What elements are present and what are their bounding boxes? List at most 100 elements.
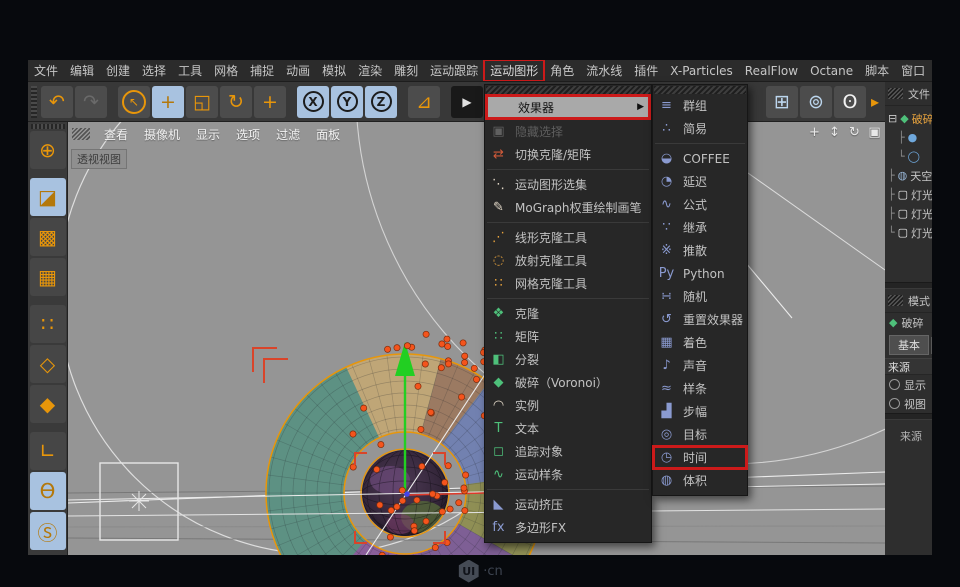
menubar-item-渲染[interactable]: 渲染 bbox=[352, 60, 388, 81]
menu-item-网格克隆工具[interactable]: ∷网格克隆工具 bbox=[485, 272, 651, 295]
menu-item-Python[interactable]: PyPython bbox=[653, 262, 747, 285]
menu-item-群组[interactable]: ≡群组 bbox=[653, 94, 747, 117]
menu-item-时间[interactable]: ◷时间 bbox=[653, 446, 747, 469]
expand-toggle-icon[interactable]: ⊟ bbox=[888, 112, 897, 125]
menubar-item-模拟[interactable]: 模拟 bbox=[316, 60, 352, 81]
viewport-menu-选项[interactable]: 选项 bbox=[228, 126, 268, 143]
menu-item-矩阵[interactable]: ∷矩阵 bbox=[485, 325, 651, 348]
menubar-item-窗口[interactable]: 窗口 bbox=[895, 60, 931, 81]
viewport-drag-handle[interactable] bbox=[72, 128, 90, 140]
x-axis-lock-button[interactable]: X bbox=[297, 86, 329, 118]
object-row[interactable]: ├▢灯光 bbox=[885, 185, 932, 204]
z-axis-lock-button[interactable]: Z bbox=[365, 86, 397, 118]
camera-button[interactable]: ⊚ bbox=[800, 86, 832, 118]
viewport-menu-摄像机[interactable]: 摄像机 bbox=[136, 126, 188, 143]
workplane-mode-button[interactable]: ▦ bbox=[30, 258, 66, 296]
attributes-mode-menu[interactable]: 模式 bbox=[908, 293, 930, 309]
menu-item-放射克隆工具[interactable]: ◌放射克隆工具 bbox=[485, 249, 651, 272]
menubar-item-流水线[interactable]: 流水线 bbox=[580, 60, 628, 81]
menu-item-追踪对象[interactable]: ◻追踪对象 bbox=[485, 440, 651, 463]
menu-item-着色[interactable]: ▦着色 bbox=[653, 331, 747, 354]
menu-item-破碎（Voronoi）[interactable]: ◆破碎（Voronoi） bbox=[485, 371, 651, 394]
panel-expand-chevron[interactable]: ▸ bbox=[868, 86, 882, 118]
render-view-button[interactable]: ▶ bbox=[451, 86, 483, 118]
menubar-item-运动图形[interactable]: 运动图形 bbox=[484, 60, 544, 81]
menubar-item-捕捉[interactable]: 捕捉 bbox=[244, 60, 280, 81]
menubar-item-Octane[interactable]: Octane bbox=[804, 62, 859, 80]
menubar-item-帮助[interactable]: 帮助 bbox=[931, 60, 932, 81]
menubar-item-文件[interactable]: 文件 bbox=[28, 60, 64, 81]
menubar-item-动画[interactable]: 动画 bbox=[280, 60, 316, 81]
texture-mode-button[interactable]: ▩ bbox=[30, 218, 66, 256]
menu-item-effector[interactable]: 效果器 ▶ bbox=[485, 94, 651, 120]
menubar-item-角色[interactable]: 角色 bbox=[544, 60, 580, 81]
rotate-view-icon[interactable]: ↻ bbox=[847, 125, 862, 140]
tweak-mode-button[interactable]: Ѳ bbox=[30, 472, 66, 510]
viewport[interactable]: 查看摄像机显示选项过滤面板 透视视图 +↕↻▣ bbox=[68, 122, 885, 555]
live-selection-button[interactable]: ↖ bbox=[118, 86, 150, 118]
object-manager-file-menu[interactable]: 文件 bbox=[908, 86, 930, 102]
layout-toggle-icon[interactable]: ▣ bbox=[867, 125, 882, 140]
menu-item-克隆[interactable]: ❖克隆 bbox=[485, 302, 651, 325]
radio-option-显示[interactable]: 显示 bbox=[885, 375, 932, 394]
menubar-item-创建[interactable]: 创建 bbox=[100, 60, 136, 81]
pan-view-icon[interactable]: + bbox=[807, 125, 822, 140]
menu-item-MoGraph权重绘制画笔[interactable]: ✎MoGraph权重绘制画笔 bbox=[485, 196, 651, 219]
left-toolbar-drag-handle[interactable] bbox=[31, 124, 65, 129]
menubar-item-编辑[interactable]: 编辑 bbox=[64, 60, 100, 81]
menu-drag-handle[interactable] bbox=[654, 86, 746, 94]
menubar-item-X-Particles[interactable]: X-Particles bbox=[664, 62, 739, 80]
object-row[interactable]: └▢灯光 bbox=[885, 223, 932, 242]
menu-item-推散[interactable]: ※推散 bbox=[653, 239, 747, 262]
object-row[interactable]: ├▢灯光 bbox=[885, 204, 932, 223]
panel-divider[interactable] bbox=[885, 282, 932, 289]
snap-toggle-button[interactable]: Ⓢ bbox=[30, 512, 66, 550]
viewport-menu-面板[interactable]: 面板 bbox=[308, 126, 348, 143]
menu-item-文本[interactable]: T文本 bbox=[485, 417, 651, 440]
menu-item-公式[interactable]: ∿公式 bbox=[653, 193, 747, 216]
menu-item-切换克隆/矩阵[interactable]: ⇄切换克隆/矩阵 bbox=[485, 143, 651, 166]
toolbar-drag-handle[interactable] bbox=[31, 86, 37, 118]
menubar-item-选择[interactable]: 选择 bbox=[136, 60, 172, 81]
rotate-tool-button[interactable]: ↻ bbox=[220, 86, 252, 118]
menu-item-重置效果器[interactable]: ↺重置效果器 bbox=[653, 308, 747, 331]
menu-item-继承[interactable]: ∵继承 bbox=[653, 216, 747, 239]
object-row[interactable]: └◯ bbox=[885, 147, 932, 166]
tab-stub[interactable] bbox=[931, 337, 932, 354]
menu-item-样条[interactable]: ≈样条 bbox=[653, 377, 747, 400]
edges-mode-button[interactable]: ◇ bbox=[30, 345, 66, 383]
menu-item-简易[interactable]: ∴简易 bbox=[653, 117, 747, 140]
viewport-menu-过滤[interactable]: 过滤 bbox=[268, 126, 308, 143]
undo-button[interactable]: ↶ bbox=[41, 86, 73, 118]
menubar-item-脚本[interactable]: 脚本 bbox=[859, 60, 895, 81]
make-editable-button[interactable]: ⊕ bbox=[30, 131, 66, 169]
tab-basic[interactable]: 基本 bbox=[889, 335, 929, 355]
menu-drag-handle[interactable] bbox=[486, 86, 650, 94]
menu-item-COFFEE[interactable]: ◒COFFEE bbox=[653, 147, 747, 170]
move-tool-button[interactable]: + bbox=[152, 86, 184, 118]
polygons-mode-button[interactable]: ◆ bbox=[30, 385, 66, 423]
menubar-item-雕刻[interactable]: 雕刻 bbox=[388, 60, 424, 81]
menu-item-多边形FX[interactable]: fx多边形FX bbox=[485, 516, 651, 539]
menubar-item-网格[interactable]: 网格 bbox=[208, 60, 244, 81]
redo-button[interactable]: ↷ bbox=[75, 86, 107, 118]
floor-button[interactable]: ⊞ bbox=[766, 86, 798, 118]
menu-item-步幅[interactable]: ▟步幅 bbox=[653, 400, 747, 423]
menu-item-体积[interactable]: ◍体积 bbox=[653, 469, 747, 492]
points-mode-button[interactable]: ∷ bbox=[30, 305, 66, 343]
menu-item-实例[interactable]: ◠实例 bbox=[485, 394, 651, 417]
menu-item-随机[interactable]: ∺随机 bbox=[653, 285, 747, 308]
radio-option-视图[interactable]: 视图 bbox=[885, 394, 932, 413]
menu-item-线形克隆工具[interactable]: ⋰线形克隆工具 bbox=[485, 226, 651, 249]
menu-item-目标[interactable]: ◎目标 bbox=[653, 423, 747, 446]
menubar-item-RealFlow[interactable]: RealFlow bbox=[739, 62, 804, 80]
object-row[interactable]: ⊟◆破碎 bbox=[885, 109, 932, 128]
menubar-item-插件[interactable]: 插件 bbox=[628, 60, 664, 81]
model-mode-button[interactable]: ◪ bbox=[30, 178, 66, 216]
panel-drag-handle[interactable] bbox=[888, 295, 903, 306]
viewport-menu-查看[interactable]: 查看 bbox=[96, 126, 136, 143]
menu-item-延迟[interactable]: ◔延迟 bbox=[653, 170, 747, 193]
object-row[interactable]: ├● bbox=[885, 128, 932, 147]
menu-item-声音[interactable]: ♪声音 bbox=[653, 354, 747, 377]
axis-mode-button[interactable]: ∟ bbox=[30, 432, 66, 470]
